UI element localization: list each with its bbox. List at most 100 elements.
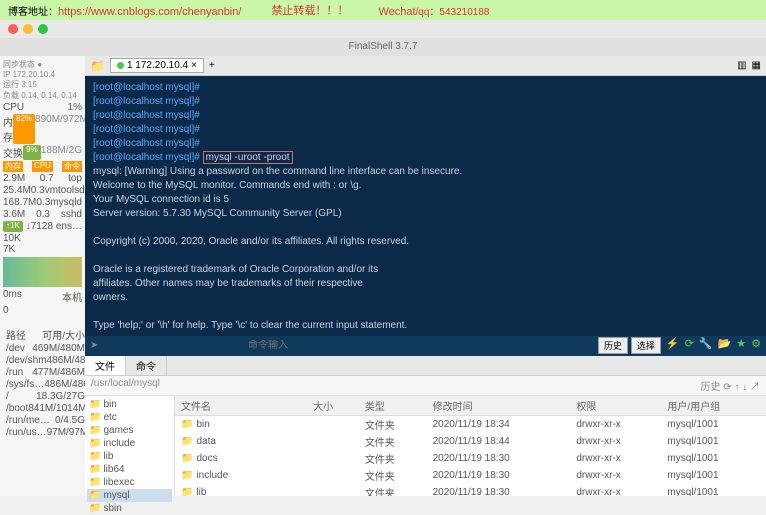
proc-hdr-cpu: CPU (32, 161, 53, 172)
welcome-text: Welcome to the MySQL monitor. Commands e… (93, 179, 758, 193)
close-icon[interactable] (8, 24, 18, 34)
path-bar: /usr/local/mysql 历史 ⟳ ↑ ↓ ↗ (85, 376, 766, 396)
disk-row: /sys/fs…486M/486M (6, 379, 85, 390)
mem-pct: 82% (13, 114, 35, 144)
warning-text: mysql: [Warning] Using a password on the… (93, 165, 758, 179)
command-input[interactable] (248, 340, 448, 351)
disk-row: /boot841M/1014M (6, 403, 85, 414)
swap-pct: 9% (23, 145, 41, 160)
col-size[interactable]: 大小 (307, 396, 359, 416)
help-text: Type 'help;' or '\h' for help. Type '\c'… (93, 319, 758, 333)
add-tab-icon[interactable]: + (209, 60, 215, 71)
gear-icon[interactable]: ⚙ (751, 337, 761, 354)
maximize-icon[interactable] (38, 24, 48, 34)
plug-icon[interactable]: ⚡ (666, 337, 680, 354)
cmd-mysql-login: mysql -uroot -proot (203, 151, 293, 164)
folder2-icon[interactable]: 📂 (718, 337, 732, 354)
ext-icon[interactable]: ↗ (750, 382, 760, 393)
minimize-icon[interactable] (23, 24, 33, 34)
table-row[interactable]: 📁include文件夹2020/11/19 18:30drwxr-xr-xmys… (175, 467, 766, 484)
mem-label: 内存 (3, 114, 13, 144)
net-up: ↑1K (3, 221, 23, 232)
disk-row: /run/me…0/4.5G (6, 415, 85, 426)
tree-item[interactable]: 📁lib64 (87, 463, 172, 476)
watermark-banner: 博客地址：https://www.cnblogs.com/chenyanbin/… (0, 0, 766, 20)
blog-label: 博客地址： (8, 7, 58, 18)
disk-row: /18.3G/27G (6, 391, 85, 402)
star-icon[interactable]: ★ (736, 337, 746, 354)
prompt: [root@localhost mysql]# (93, 152, 200, 163)
dir-tree[interactable]: 📁bin📁etc📁games📁include📁lib📁lib64📁libexec… (85, 396, 175, 496)
cpu-label: CPU (3, 102, 24, 113)
disk-row: /dev469M/480M (6, 343, 85, 354)
folder-icon[interactable]: 📁 (90, 59, 105, 73)
close-tab-icon[interactable]: × (191, 60, 197, 71)
layout-icon[interactable]: ▥ (737, 60, 746, 71)
tree-item[interactable]: 📁games (87, 424, 172, 437)
net-if: ens… (56, 221, 82, 232)
down-icon[interactable]: ↓ (742, 382, 747, 393)
tree-item[interactable]: 📁etc (87, 411, 172, 424)
tree-item[interactable]: 📁sbin (87, 502, 172, 515)
connid-text: Your MySQL connection id is 5 (93, 193, 758, 207)
tool-icon[interactable]: 🔧 (699, 337, 713, 354)
session-tab[interactable]: 1 172.20.10.4× (110, 58, 204, 73)
swap-val: 188M/2G (41, 145, 82, 160)
monitor-sidebar: 同步状态 ● IP 172.20.10.4 运行 3:15 负载 0.14, 0… (0, 56, 85, 496)
speed-label2: 7K (3, 244, 82, 255)
speed-label: 10K (3, 233, 82, 244)
status-icon (117, 62, 124, 69)
file-table[interactable]: 文件名 大小 类型 修改时间 权限 用户/用户组 📁bin文件夹2020/11/… (175, 396, 766, 496)
tree-item[interactable]: 📁mysql (87, 489, 172, 502)
tab-files[interactable]: 文件 (85, 356, 126, 375)
notice-text: 禁止转载！！！ (271, 2, 348, 18)
command-bar: ➤ 历史 选择 ⚡ ⟳ 🔧 📂 ★ ⚙ (85, 336, 766, 356)
grid-icon[interactable]: ▦ (752, 60, 761, 71)
tree-item[interactable]: 📁lib (87, 450, 172, 463)
col-mtime[interactable]: 修改时间 (427, 396, 571, 416)
up-icon[interactable]: ↑ (734, 382, 739, 393)
multi-button[interactable]: 选择 (631, 337, 661, 354)
ip-text: IP 172.20.10.4 (3, 70, 82, 79)
current-path: /usr/local/mysql (91, 378, 160, 393)
table-row[interactable]: 📁bin文件夹2020/11/19 18:34drwxr-xr-xmysql/1… (175, 416, 766, 434)
col-owner[interactable]: 用户/用户组 (661, 396, 766, 416)
tm3: owners. (93, 291, 758, 305)
delay-v0: 0 (3, 305, 9, 316)
tree-item[interactable]: 📁libexec (87, 476, 172, 489)
tree-item[interactable]: 📁bin (87, 398, 172, 411)
table-row[interactable]: 📁lib文件夹2020/11/19 18:30drwxr-xr-xmysql/1… (175, 484, 766, 496)
refresh-icon[interactable]: ⟳ (685, 337, 694, 354)
send-icon[interactable]: ➤ (90, 340, 98, 351)
sync-status: 同步状态 ● (3, 59, 82, 70)
delay-local: 本机 (62, 289, 82, 304)
proc-hdr-mem: 内存 (3, 161, 23, 172)
cpu-pct: 1% (68, 102, 82, 113)
tm1: Oracle is a registered trademark of Orac… (93, 263, 758, 277)
table-row[interactable]: 📁docs文件夹2020/11/19 18:30drwxr-xr-xmysql/… (175, 450, 766, 467)
tab-commands[interactable]: 命令 (126, 356, 167, 375)
swap-label: 交换 (3, 145, 23, 160)
disk-row: /run477M/486M (6, 367, 85, 378)
delay-label: 0ms (3, 289, 22, 304)
disk-hdr-size: 可用/大小 (42, 327, 85, 342)
terminal[interactable]: [root@localhost mysql]#[root@localhost m… (85, 76, 766, 335)
table-row[interactable]: 📁data文件夹2020/11/19 18:44drwxr-xr-xmysql/… (175, 433, 766, 450)
tm2: affiliates. Other names may be trademark… (93, 277, 758, 291)
col-name[interactable]: 文件名 (175, 396, 307, 416)
col-type[interactable]: 类型 (359, 396, 427, 416)
col-perm[interactable]: 权限 (570, 396, 661, 416)
title-bar: FinalShell 3.7.7 (0, 38, 766, 56)
path-history[interactable]: 历史 (700, 382, 720, 393)
tab-label: 1 172.20.10.4 (127, 60, 188, 71)
blog-link[interactable]: https://www.cnblogs.com/chenyanbin/ (58, 6, 241, 18)
net-chart (3, 257, 82, 287)
disk-row: /run/us…97M/97M (6, 427, 85, 438)
file-tabs: 文件 命令 (85, 356, 766, 376)
load-text: 负载 0.14, 0.14, 0.14 (3, 90, 82, 101)
disk-hdr-path: 路径 (6, 327, 26, 342)
refresh2-icon[interactable]: ⟳ (723, 382, 731, 393)
history-button[interactable]: 历史 (598, 337, 628, 354)
tree-item[interactable]: 📁include (87, 437, 172, 450)
wechat-link[interactable]: Wechat (378, 6, 415, 18)
